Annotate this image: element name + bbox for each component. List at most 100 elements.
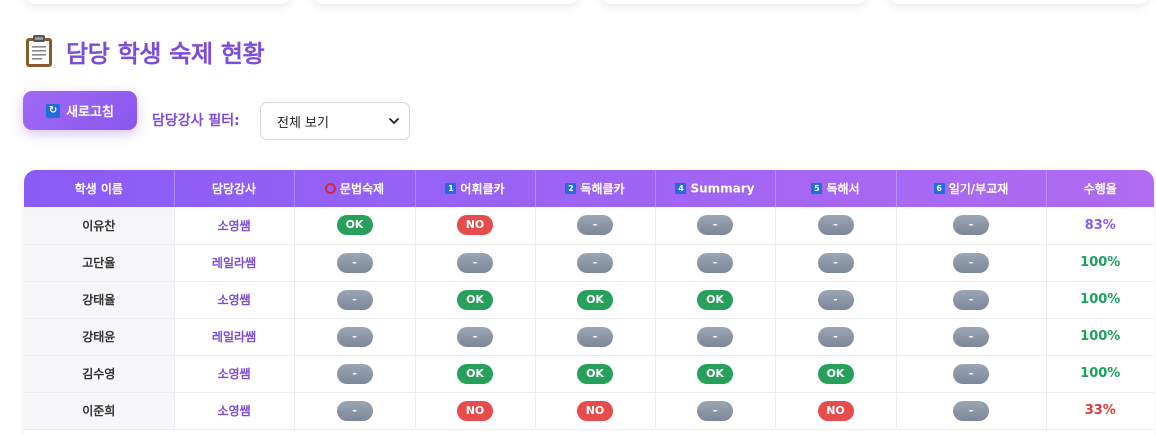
column-header-label: 수행율 [1083,182,1117,196]
status-badge[interactable]: - [336,252,373,273]
red-circle-icon [324,183,336,194]
status-cell: - [655,392,776,430]
status-cell: - [775,281,897,319]
keycap-5-icon: 5 [811,183,823,194]
column-header: 수행율 [1046,170,1154,207]
status-badge[interactable]: OK [697,289,733,310]
teacher-filter-select[interactable]: 전체 보기 [260,102,410,140]
status-cell: - [775,318,897,356]
status-badge[interactable]: - [457,252,493,273]
completion-rate: 100% [1046,318,1154,356]
status-badge[interactable]: - [336,326,373,347]
status-cell: NO [775,392,897,430]
completion-rate: 100% [1046,281,1154,319]
status-badge[interactable]: - [953,363,989,384]
status-cell: - [896,355,1047,393]
status-badge[interactable]: - [817,252,854,273]
status-badge[interactable]: - [336,289,373,310]
summary-card [888,0,1150,4]
status-badge[interactable]: - [577,215,613,236]
refresh-button[interactable]: ↻ 새로고침 [23,91,137,130]
column-header-label: 독해클카 [580,182,625,196]
homework-status-table: 학생 이름 담당강사 문법숙제 1 어휘클카 2 독해클카 4 Summary 5 독해서 6 일기/부… [24,170,1154,435]
status-badge[interactable]: NO [457,215,493,236]
table-row: 이유찬 소영쌤 OK NO - - - - 83% [24,207,1154,245]
completion-rate: 100% [1046,355,1154,393]
status-badge[interactable]: OK [697,363,733,384]
status-badge[interactable]: OK [817,363,854,384]
completion-rate: 83% [1046,207,1154,245]
status-badge[interactable]: NO [457,400,493,421]
status-badge[interactable]: - [697,252,733,273]
status-cell: - [415,318,536,356]
status-cell: - [294,244,416,282]
column-header-label: Summary [690,181,755,196]
status-badge[interactable]: - [817,289,854,310]
refresh-icon: ↻ [46,103,61,118]
student-name: 강태율 [24,281,175,319]
status-badge[interactable]: - [697,326,733,347]
status-badge[interactable]: - [953,400,989,421]
keycap-4-icon: 4 [675,183,687,195]
status-cell: - [294,355,416,393]
status-cell: OK [415,281,536,319]
status-badge[interactable]: - [953,215,989,236]
status-badge[interactable]: - [817,215,854,236]
status-badge[interactable]: - [577,252,613,273]
teacher-name: 소영쌤 [174,355,295,393]
status-badge[interactable]: - [336,400,373,421]
status-badge[interactable]: - [577,326,613,347]
table-row: 고단율 레일라쌤 - - - - - - 100% [24,244,1154,282]
column-header: 5 독해서 [775,170,897,207]
status-cell: NO [415,392,536,430]
page-title: 담당 학생 숙제 현황 [66,39,265,68]
top-summary-cards [0,0,1156,4]
status-cell: - [294,281,416,319]
status-cell: - [535,207,656,245]
status-cell: - [655,244,776,282]
teacher-name: 레일라쌤 [174,318,295,356]
status-badge[interactable]: OK [457,363,493,384]
status-badge[interactable]: - [953,252,989,273]
status-badge[interactable]: NO [577,400,613,421]
column-header: 4 Summary [655,170,776,207]
student-name: 김수영 [24,355,175,393]
status-badge[interactable]: - [953,289,989,310]
column-header-label: 어휘클카 [460,182,505,196]
table-row: 강태윤 레일라쌤 - - - - - - 100% [24,318,1154,356]
status-badge[interactable]: OK [577,363,613,384]
status-cell: NO [415,207,536,245]
refresh-label: 새로고침 [66,105,114,120]
status-badge[interactable]: OK [336,215,373,236]
summary-card [24,0,292,4]
status-cell: NO [535,392,656,430]
teacher-name: 소영쌤 [174,281,295,319]
status-badge[interactable]: - [336,363,373,384]
status-cell: - [775,244,897,282]
column-header-label: 독해서 [826,182,860,196]
status-badge[interactable]: - [817,326,854,347]
column-header-label: 일기/부교재 [948,182,1009,196]
status-badge[interactable]: - [457,326,493,347]
status-badge[interactable]: OK [457,289,493,310]
status-badge[interactable]: OK [577,289,613,310]
status-badge[interactable]: - [953,326,989,347]
teacher-filter-label: 담당강사 필터: [152,113,240,129]
status-badge[interactable]: - [697,215,733,236]
student-name: 이준희 [24,392,175,430]
column-header: 담당강사 [174,170,295,207]
table-row: 김수영 소영쌤 - OK OK OK OK - 100% [24,355,1154,393]
table-row: 이준희 소영쌤 - NO NO - NO - 33% [24,392,1154,430]
chevron-down-icon [389,118,399,124]
column-header-label: 학생 이름 [74,182,123,196]
clipboard-icon [26,35,52,67]
status-cell: - [535,318,656,356]
status-cell: - [294,392,416,430]
keycap-2-icon: 2 [565,183,577,194]
column-header-label: 담당강사 [211,182,257,196]
status-cell: - [655,318,776,356]
column-header: 6 일기/부교재 [896,170,1047,207]
status-badge[interactable]: NO [817,400,854,421]
status-badge[interactable]: - [697,400,733,421]
status-cell: OK [655,281,776,319]
